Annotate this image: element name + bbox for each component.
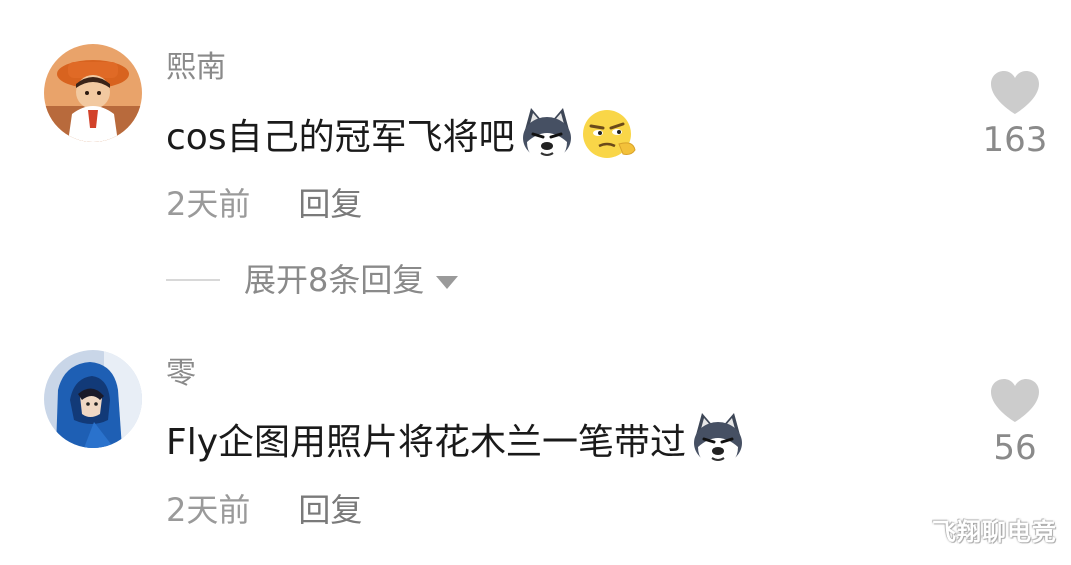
avatar-image <box>44 350 142 448</box>
username[interactable]: 熙南 <box>166 50 226 86</box>
comment-time: 2天前 <box>166 185 251 223</box>
heart-icon <box>991 71 1039 114</box>
like-count: 163 <box>982 120 1048 160</box>
expand-replies-label: 展开8条回复 <box>244 261 425 299</box>
avatar-image <box>44 44 142 142</box>
comment-text-row: cos自己的冠军飞将吧 <box>166 102 639 166</box>
husky-dog-emoji <box>522 108 571 160</box>
husky-dog-emoji <box>694 413 743 465</box>
comment-item: 零 Fly企图用照片将花木兰一笔带过 2天前 回复 56 <box>0 340 1071 565</box>
like-count: 56 <box>993 428 1037 468</box>
chevron-down-icon <box>436 275 459 289</box>
like-button[interactable]: 56 <box>970 378 1060 468</box>
smirk-face-emoji <box>582 110 636 158</box>
comment-meta: 2天前 回复 <box>166 184 362 224</box>
comment-item: 熙南 cos自己的冠军飞将吧 2天前 回复 展开8条回复 163 <box>0 0 1071 300</box>
divider-line <box>166 279 220 281</box>
username[interactable]: 零 <box>166 356 196 392</box>
comment-text: cos自己的冠军飞将吧 <box>166 117 515 158</box>
comment-text-row: Fly企图用照片将花木兰一笔带过 <box>166 407 748 471</box>
comment-text: Fly企图用照片将花木兰一笔带过 <box>166 422 687 463</box>
heart-icon <box>991 379 1039 422</box>
comment-meta: 2天前 回复 <box>166 490 362 530</box>
avatar[interactable] <box>44 44 142 142</box>
comment-time: 2天前 <box>166 491 251 529</box>
expand-replies-button[interactable]: 展开8条回复 <box>166 260 459 300</box>
watermark: 飞翔聊电竞 <box>932 518 1057 546</box>
avatar[interactable] <box>44 350 142 448</box>
like-button[interactable]: 163 <box>970 70 1060 160</box>
reply-button[interactable]: 回复 <box>298 490 362 530</box>
reply-button[interactable]: 回复 <box>298 184 362 224</box>
